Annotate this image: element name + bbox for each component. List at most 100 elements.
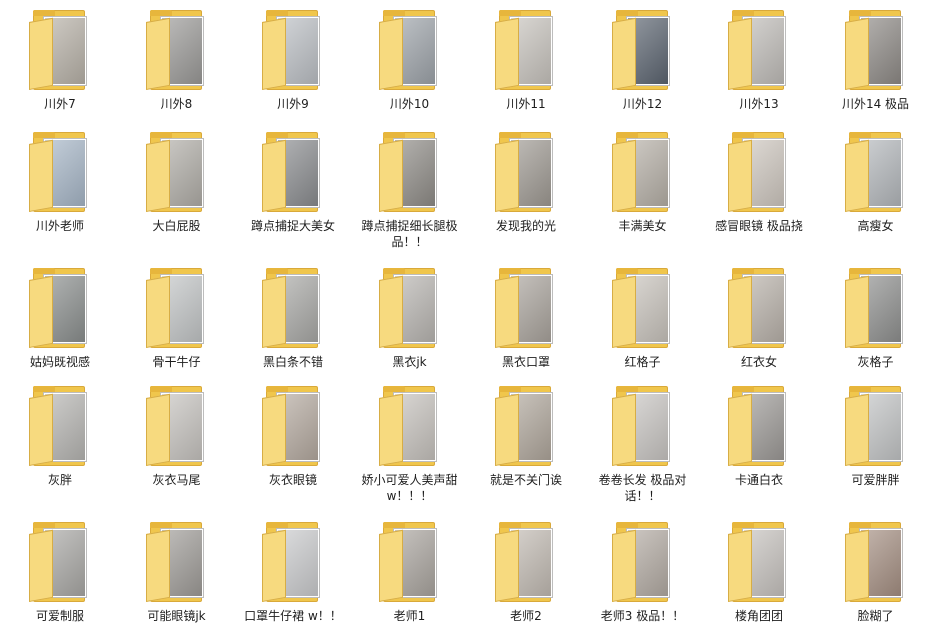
- folder-label: 脸糊了: [857, 609, 894, 623]
- folder-icon: [378, 522, 441, 602]
- folder-icon: [728, 10, 790, 91]
- folder-item[interactable]: 老师2: [470, 512, 582, 624]
- folder-item[interactable]: 姑妈既视感: [4, 258, 116, 370]
- folder-front-flap: [728, 393, 752, 466]
- folder-item[interactable]: 卷卷长发 极品对话！！: [587, 376, 699, 504]
- folder-front-flap: [728, 139, 752, 212]
- folder-front-flap: [145, 393, 170, 466]
- folder-label: 红衣女: [740, 355, 777, 369]
- folder-item[interactable]: 楼角团团: [703, 512, 815, 624]
- folder-front-flap: [495, 529, 519, 602]
- folder-front-flap: [29, 529, 53, 602]
- folder-front-flap: [29, 393, 53, 466]
- folder-icon: [495, 10, 557, 91]
- folder-item[interactable]: 可能眼镜jk: [121, 512, 233, 624]
- folder-item[interactable]: 黑衣口罩: [470, 258, 582, 370]
- folder-icon: [29, 10, 91, 91]
- folder-label: 口罩牛仔裙 w！！: [244, 609, 342, 623]
- folder-item[interactable]: 可爱胖胖: [820, 376, 932, 488]
- folder-label: 川外11: [506, 97, 546, 111]
- folder-item[interactable]: 骨干牛仔: [121, 258, 233, 370]
- folder-item[interactable]: 川外8: [121, 0, 233, 112]
- folder-icon: [145, 132, 208, 212]
- folder-front-flap: [262, 17, 286, 91]
- folder-front-flap: [262, 139, 286, 212]
- folder-icon: [29, 386, 91, 466]
- folder-front-flap: [29, 139, 53, 212]
- folder-item[interactable]: 感冒眼镜 极品挠: [703, 122, 815, 234]
- folder-icon: [145, 522, 208, 602]
- folder-icon: [844, 386, 907, 466]
- folder-item[interactable]: 大白屁股: [121, 122, 233, 234]
- folder-label: 楼角团团: [734, 609, 783, 623]
- folder-icon: [844, 522, 907, 602]
- folder-item[interactable]: 可爱制服: [4, 512, 116, 624]
- folder-icon: [378, 386, 441, 466]
- folder-label: 川外老师: [35, 219, 84, 233]
- folder-icon: [29, 522, 91, 602]
- folder-item[interactable]: 蹲点捕捉细长腿极品！！: [354, 122, 466, 250]
- folder-front-flap: [262, 275, 286, 348]
- folder-item[interactable]: 川外7: [4, 0, 116, 112]
- folder-item[interactable]: 红格子: [587, 258, 699, 370]
- folder-item[interactable]: 老师3 极品！！: [587, 512, 699, 624]
- folder-icon: [611, 522, 674, 602]
- folder-icon: [262, 132, 324, 212]
- folder-item[interactable]: 就是不关门诶: [470, 376, 582, 488]
- folder-icon: [844, 10, 907, 91]
- folder-label: 就是不关门诶: [489, 473, 562, 487]
- folder-icon: [29, 132, 91, 212]
- folder-label: 卷卷长发 极品对话！！: [598, 473, 687, 503]
- folder-label: 发现我的光: [495, 219, 556, 233]
- folder-item[interactable]: 红衣女: [703, 258, 815, 370]
- folder-item[interactable]: 高瘦女: [820, 122, 932, 234]
- folder-icon: [844, 132, 907, 212]
- folder-label: 姑妈既视感: [29, 355, 90, 369]
- folder-item[interactable]: 川外9: [237, 0, 349, 112]
- folder-front-flap: [262, 393, 286, 466]
- folder-front-flap: [495, 139, 519, 212]
- folder-item[interactable]: 黑白条不错: [237, 258, 349, 370]
- folder-icon: [844, 268, 907, 348]
- folder-item[interactable]: 口罩牛仔裙 w！！: [237, 512, 349, 624]
- folder-item[interactable]: 川外10: [354, 0, 466, 112]
- folder-item[interactable]: 脸糊了: [820, 512, 932, 624]
- folder-item[interactable]: 发现我的光: [470, 122, 582, 234]
- folder-item[interactable]: 灰衣马尾: [121, 376, 233, 488]
- folder-item[interactable]: 黑衣jk: [354, 258, 466, 370]
- folder-label: 可爱胖胖: [851, 473, 900, 487]
- folder-item[interactable]: 老师1: [354, 512, 466, 624]
- folder-label: 黑衣口罩: [501, 355, 550, 369]
- folder-front-flap: [145, 529, 170, 602]
- folder-item[interactable]: 娇小可爱人美声甜 w！！！: [354, 376, 466, 504]
- folder-item[interactable]: 川外11: [470, 0, 582, 112]
- folder-icon: [611, 386, 674, 466]
- folder-item[interactable]: 灰胖: [4, 376, 116, 488]
- folder-item[interactable]: 蹲点捕捉大美女: [237, 122, 349, 234]
- folder-front-flap: [378, 275, 403, 348]
- folder-label: 川外9: [277, 97, 309, 111]
- folder-item[interactable]: 灰格子: [820, 258, 932, 370]
- folder-front-flap: [844, 275, 869, 348]
- folder-label: 川外14 极品: [841, 97, 910, 111]
- folder-front-flap: [495, 17, 519, 91]
- folder-icon: [495, 132, 557, 212]
- folder-front-flap: [145, 139, 170, 212]
- folder-front-flap: [611, 529, 636, 602]
- folder-item[interactable]: 川外13: [703, 0, 815, 112]
- folder-label: 骨干牛仔: [152, 355, 201, 369]
- folder-item[interactable]: 丰满美女: [587, 122, 699, 234]
- folder-item[interactable]: 川外老师: [4, 122, 116, 234]
- folder-item[interactable]: 川外14 极品: [820, 0, 932, 112]
- folder-item[interactable]: 灰衣眼镜: [237, 376, 349, 488]
- folder-front-flap: [611, 393, 636, 466]
- folder-icon: [728, 522, 790, 602]
- folder-icon: [495, 268, 557, 348]
- folder-item[interactable]: 川外12: [587, 0, 699, 112]
- folder-label: 灰胖: [47, 473, 72, 487]
- folder-front-flap: [611, 17, 636, 91]
- folder-label: 红格子: [624, 355, 661, 369]
- folder-front-flap: [728, 275, 752, 348]
- folder-label: 老师1: [393, 609, 426, 623]
- folder-item[interactable]: 卡通白衣: [703, 376, 815, 488]
